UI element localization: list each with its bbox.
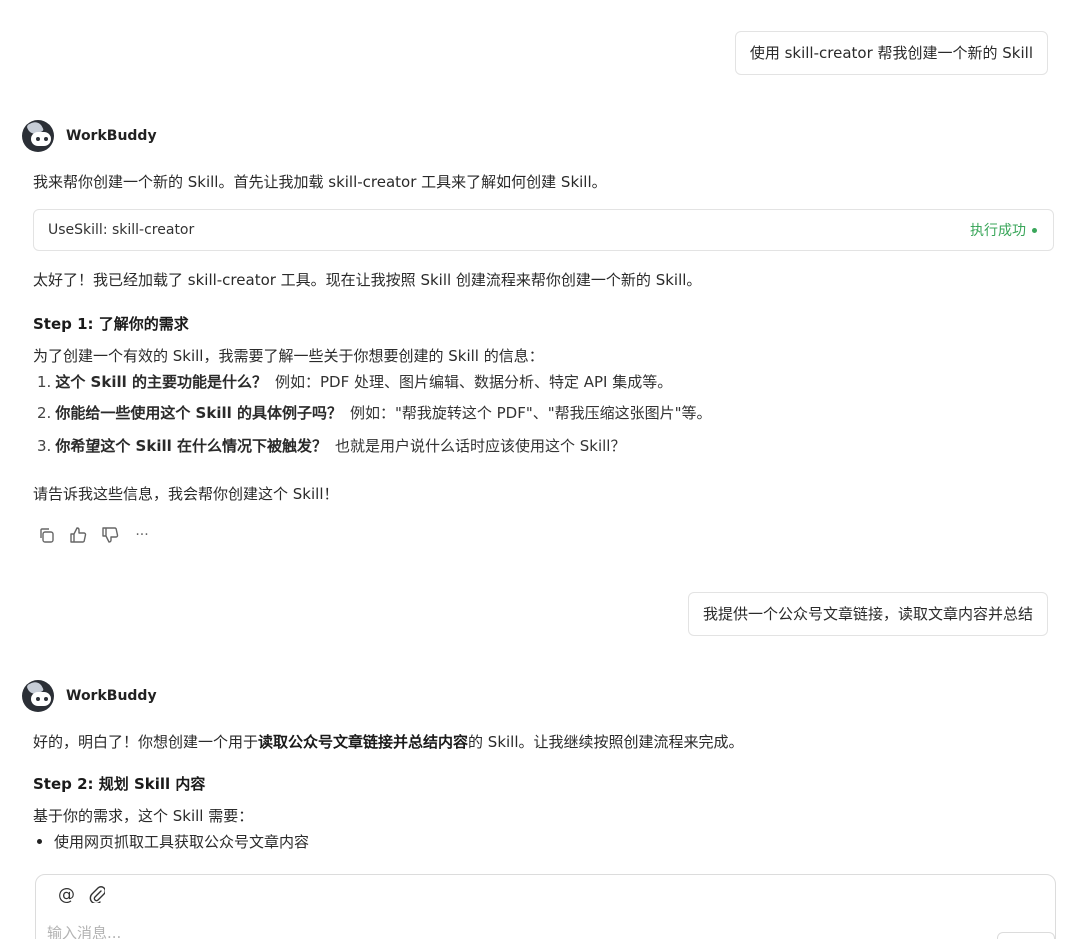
user-message-2: 我提供一个公众号文章链接，读取文章内容并总结 (687, 592, 1048, 636)
agent-header-2: WorkBuddy (22, 680, 157, 712)
bullet-item-1: 使用网页抓取工具获取公众号文章内容 (37, 831, 309, 852)
tool-status-label: 执行成功 (970, 223, 1026, 239)
intro-bold: 读取公众号文章链接并总结内容 (258, 733, 469, 751)
agent-intro-text: 我来帮你创建一个新的 Skill。首先让我加载 skill-creator 工具… (33, 173, 607, 191)
send-button[interactable] (997, 932, 1055, 939)
thumbs-up-icon[interactable] (69, 526, 87, 544)
question-item-1: 1. 这个 Skill 的主要功能是什么？ 例如：PDF 处理、图片编辑、数据分析、… (37, 371, 672, 392)
intro-pre: 好的，明白了！你想创建一个用于 (33, 733, 259, 751)
question-hint: 例如："帮我旋转这个 PDF"、"帮我压缩这张图片"等。 (349, 404, 712, 422)
message-composer[interactable]: @ 输入消息... (35, 874, 1056, 939)
agent-avatar-icon (22, 120, 54, 152)
status-dot-icon (1032, 227, 1037, 233)
tool-call-name: UseSkill: skill-creator (48, 222, 195, 238)
tool-call-status: 执行成功 (970, 220, 1037, 240)
intro-post: 的 Skill。让我继续按照创建流程来完成。 (468, 733, 744, 751)
copy-icon[interactable] (37, 526, 55, 544)
step-1-title: Step 1: 了解你的需求 (33, 315, 189, 333)
agent-closing-text: 请告诉我这些信息，我会帮你创建这个 Skill！ (33, 485, 339, 503)
question-hint: 例如：PDF 处理、图片编辑、数据分析、特定 API 集成等。 (274, 373, 673, 391)
attach-icon[interactable] (89, 885, 106, 908)
agent-name: WorkBuddy (66, 128, 157, 144)
tool-call-card[interactable]: UseSkill: skill-creator 执行成功 (33, 209, 1054, 251)
bullet-dot-icon (37, 839, 42, 844)
agent-name: WorkBuddy (66, 688, 157, 704)
agent-header-1: WorkBuddy (22, 120, 157, 152)
thumbs-down-icon[interactable] (101, 526, 119, 544)
agent-avatar-icon (22, 680, 54, 712)
question-num: 2. (37, 404, 52, 422)
question-item-2: 2. 你能给一些使用这个 Skill 的具体例子吗？ 例如："帮我旋转这个 PDF"… (37, 402, 712, 423)
mention-icon[interactable]: @ (58, 885, 75, 908)
step-1-desc: 为了创建一个有效的 Skill，我需要了解一些关于你想要创建的 Skill 的信… (33, 347, 544, 365)
message-input[interactable]: 输入消息... (47, 922, 121, 939)
agent-2-intro-text: 好的，明白了！你想创建一个用于读取公众号文章链接并总结内容的 Skill。让我继… (33, 731, 744, 752)
composer-tools: @ (58, 885, 106, 908)
question-num: 3. (37, 437, 52, 455)
question-num: 1. (37, 373, 52, 391)
step-2-desc: 基于你的需求，这个 Skill 需要： (33, 807, 254, 825)
step-2-title: Step 2: 规划 Skill 内容 (33, 775, 206, 793)
question-bold: 这个 Skill 的主要功能是什么？ (55, 373, 267, 391)
message-actions: ··· (37, 526, 151, 544)
more-icon[interactable]: ··· (133, 526, 151, 544)
question-item-3: 3. 你希望这个 Skill 在什么情况下被触发？ 也就是用户说什么话时应该使用这个… (37, 435, 625, 456)
bullet-text: 使用网页抓取工具获取公众号文章内容 (54, 833, 310, 851)
question-hint: 也就是用户说什么话时应该使用这个 Skill？ (334, 437, 626, 455)
chat-page: 使用 skill-creator 帮我创建一个新的 Skill WorkBudd… (0, 0, 1080, 939)
question-bold: 你能给一些使用这个 Skill 的具体例子吗？ (55, 404, 342, 422)
agent-loaded-text: 太好了！我已经加载了 skill-creator 工具。现在让我按照 Skill… (33, 271, 702, 289)
question-bold: 你希望这个 Skill 在什么情况下被触发？ (55, 437, 327, 455)
user-message-1: 使用 skill-creator 帮我创建一个新的 Skill (734, 31, 1048, 75)
